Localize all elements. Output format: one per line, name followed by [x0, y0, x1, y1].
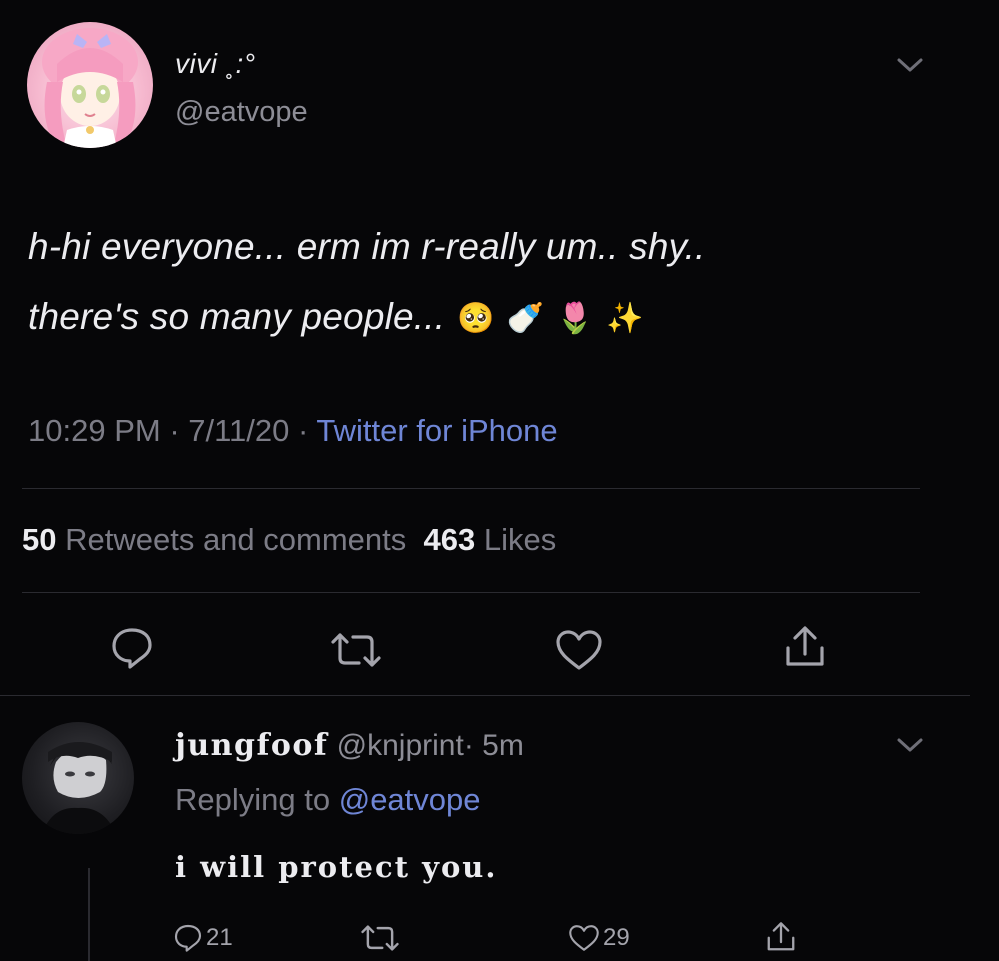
thread-line [88, 868, 90, 961]
sparkles-emoji: ✨ [605, 302, 644, 336]
reply-comment-button[interactable]: 21 [172, 920, 233, 956]
tulip-emoji: 🌷 [556, 302, 594, 336]
replying-to: Replying to @eatvope [175, 782, 481, 818]
likes-count[interactable]: 463 [424, 522, 476, 557]
tweet-date: 7/11/20 [188, 413, 290, 448]
reply-header: jungfoof @knjprint· 5m [175, 728, 524, 763]
pleading-face-emoji: 🥺 [457, 302, 495, 336]
tweet-text-line-content: there's so many people... [28, 296, 446, 337]
retweet-icon[interactable] [358, 922, 402, 954]
baby-bottle-emoji: 🍼 [506, 302, 545, 336]
tweet-text-line: there's so many people... 🥺 🍼 🌷 ✨ [28, 282, 968, 354]
retweet-icon[interactable] [327, 630, 385, 670]
display-name[interactable]: vivi ˳:° [175, 48, 256, 80]
heart-icon[interactable] [553, 628, 605, 672]
reply-like-count: 29 [603, 924, 630, 951]
reply-text: i will protect you. [175, 850, 498, 884]
avatar-illustration [42, 28, 138, 148]
likes-label[interactable]: Likes [484, 522, 556, 557]
reply-like-button[interactable]: 29 [567, 920, 630, 956]
reply-display-name[interactable]: jungfoof [175, 728, 328, 763]
tweet-stats: 50 Retweets and comments 463 Likes [22, 522, 556, 558]
heart-icon [569, 925, 599, 951]
retweets-count[interactable]: 50 [22, 522, 56, 557]
replying-mention[interactable]: @eatvope [339, 782, 481, 817]
reply-comment-count: 21 [206, 924, 233, 951]
avatar[interactable] [27, 22, 153, 148]
tweet-meta: 10:29 PM · 7/11/20 · Twitter for iPhone [28, 413, 558, 449]
share-icon[interactable] [780, 624, 830, 670]
tweet-source-link[interactable]: Twitter for iPhone [316, 413, 557, 448]
reply-handle[interactable]: @knjprint [337, 729, 464, 762]
divider [22, 488, 920, 489]
meta-separator: · [160, 413, 189, 448]
comment-icon [174, 924, 202, 952]
comment-icon[interactable] [108, 625, 156, 671]
tweet-time: 10:29 PM [28, 413, 161, 448]
share-icon[interactable] [763, 920, 799, 954]
reply-time: · 5m [463, 729, 524, 762]
divider [0, 695, 970, 696]
avatar-photo [42, 742, 116, 834]
retweets-label[interactable]: Retweets and comments [65, 522, 406, 557]
avatar[interactable] [22, 722, 134, 834]
tweet-text-line: h-hi everyone... erm im r-really um.. sh… [28, 226, 706, 267]
tweet-text: h-hi everyone... erm im r-really um.. sh… [28, 212, 968, 354]
meta-separator: · [289, 413, 317, 448]
chevron-down-icon[interactable] [895, 55, 925, 75]
chevron-down-icon[interactable] [895, 735, 925, 755]
replying-prefix: Replying to [175, 782, 331, 817]
handle[interactable]: @eatvope [175, 96, 308, 129]
divider [22, 592, 920, 593]
